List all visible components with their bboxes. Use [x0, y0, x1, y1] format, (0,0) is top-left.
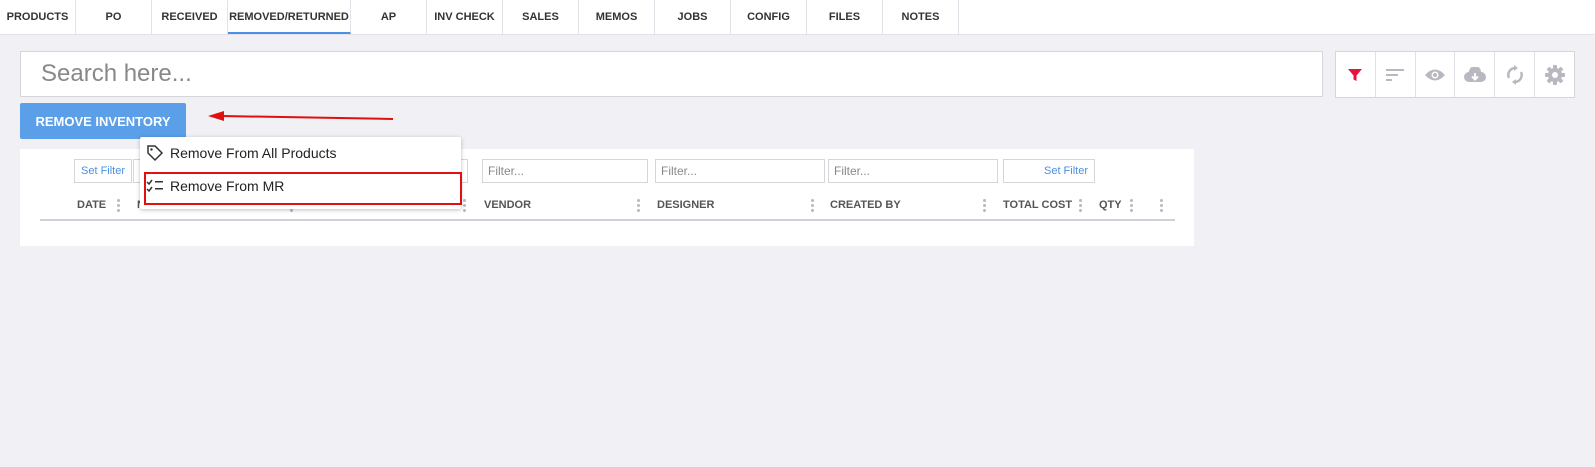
search-box: [20, 51, 1323, 97]
cloud-download-icon: [1463, 66, 1486, 82]
download-button[interactable]: [1455, 52, 1496, 97]
tab-received[interactable]: RECEIVED: [152, 0, 228, 34]
tab-config[interactable]: CONFIG: [731, 0, 807, 34]
filter-input-designer[interactable]: [655, 159, 825, 183]
refresh-button[interactable]: [1495, 52, 1536, 97]
set-filter-button-total-cost[interactable]: Set Filter: [1003, 159, 1095, 183]
eye-icon: [1425, 69, 1446, 80]
column-menu-icon[interactable]: [637, 197, 641, 214]
tab-inv-check[interactable]: INV CHECK: [427, 0, 503, 34]
grid-toolbar: [1335, 51, 1575, 98]
view-button[interactable]: [1416, 52, 1456, 97]
search-input[interactable]: [21, 52, 1322, 96]
column-header-qty[interactable]: QTY: [1099, 199, 1122, 211]
tab-files[interactable]: FILES: [807, 0, 883, 34]
column-menu-icon[interactable]: [463, 197, 467, 214]
column-header-designer[interactable]: DESIGNER: [657, 199, 714, 211]
column-menu-icon[interactable]: [1160, 197, 1164, 214]
refresh-icon: [1506, 64, 1523, 85]
header-divider: [40, 219, 1175, 221]
filter-icon: [1348, 68, 1363, 81]
column-menu-icon[interactable]: [1079, 197, 1083, 214]
column-header-created-by[interactable]: CREATED BY: [830, 199, 901, 211]
tab-notes[interactable]: NOTES: [883, 0, 959, 34]
sort-icon: [1386, 68, 1405, 81]
tag-icon: [140, 144, 170, 162]
filter-input-vendor[interactable]: [482, 159, 648, 183]
column-header-date[interactable]: DATE: [77, 199, 106, 211]
column-header-vendor[interactable]: VENDOR: [484, 199, 531, 211]
menu-item-remove-from-all-products[interactable]: Remove From All Products: [140, 138, 461, 168]
sort-button[interactable]: [1376, 52, 1416, 97]
tab-removed-returned[interactable]: REMOVED/RETURNED: [228, 0, 351, 34]
column-menu-icon[interactable]: [117, 197, 121, 214]
settings-button[interactable]: [1535, 52, 1574, 97]
column-menu-icon[interactable]: [811, 197, 815, 214]
column-menu-icon[interactable]: [1130, 197, 1134, 214]
main-tab-bar: PRODUCTS PO RECEIVED REMOVED/RETURNED AP…: [0, 0, 1595, 35]
column-menu-icon[interactable]: [983, 197, 987, 214]
filter-input-created-by[interactable]: [828, 159, 998, 183]
menu-item-label: Remove From All Products: [170, 145, 337, 161]
tab-jobs[interactable]: JOBS: [655, 0, 731, 34]
tab-po[interactable]: PO: [76, 0, 152, 34]
gear-icon: [1544, 64, 1565, 85]
remove-inventory-button[interactable]: REMOVE INVENTORY: [20, 103, 186, 139]
tab-memos[interactable]: MEMOS: [579, 0, 655, 34]
tab-sales[interactable]: SALES: [503, 0, 579, 34]
column-header-total-cost[interactable]: TOTAL COST: [1003, 199, 1072, 211]
tab-ap[interactable]: AP: [351, 0, 427, 34]
highlight-box: [144, 172, 462, 205]
filter-button[interactable]: [1336, 52, 1376, 97]
tab-products[interactable]: PRODUCTS: [0, 0, 76, 34]
set-filter-button[interactable]: Set Filter: [74, 159, 133, 183]
